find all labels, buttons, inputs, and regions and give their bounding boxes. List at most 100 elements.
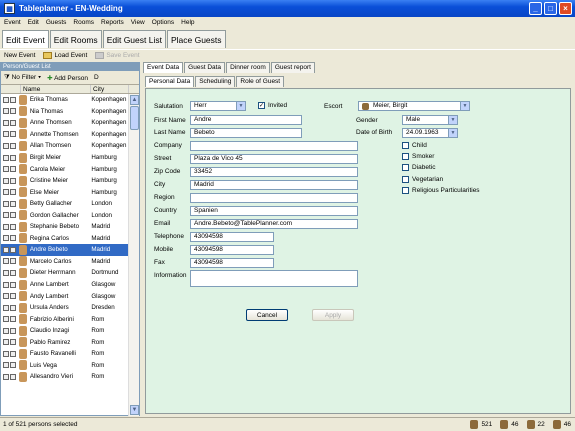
country-field[interactable]: Spanien xyxy=(190,206,358,216)
first-name-field[interactable]: Andre xyxy=(190,115,302,125)
avatar xyxy=(18,233,27,244)
religious-checkbox[interactable]: Religious Particularities xyxy=(402,187,480,194)
list-item[interactable]: Birgit Meier Hamburg xyxy=(1,152,129,164)
list-item[interactable]: Regina Carlos Madrid xyxy=(1,233,129,245)
tab-guest-report[interactable]: Guest report xyxy=(270,62,315,73)
list-item[interactable]: Cristine Meier Hamburg xyxy=(1,175,129,187)
list-item[interactable]: Fausto Ravanelli Rom xyxy=(1,348,129,360)
menu-options[interactable]: Options xyxy=(152,19,174,26)
zip-field[interactable]: 33452 xyxy=(190,167,358,177)
list-item[interactable]: Stephanie Bebeto Madrid xyxy=(1,221,129,233)
diabetic-checkbox[interactable]: Diabetic xyxy=(402,164,435,171)
gender-select[interactable]: Male ▼ xyxy=(402,115,458,125)
tab-dinner-room[interactable]: Dinner room xyxy=(226,62,270,73)
avatar xyxy=(18,371,27,382)
menu-help[interactable]: Help xyxy=(181,19,194,26)
guest-name: Ursula Anders xyxy=(29,304,69,312)
guest-name: Carola Meier xyxy=(29,165,66,173)
tab-guest-data[interactable]: Guest Data xyxy=(184,62,226,73)
avatar xyxy=(18,244,27,255)
street-field[interactable]: Plaza de Vico 45 xyxy=(190,154,358,164)
filter-dropdown[interactable]: ⧩ No Filter ▾ xyxy=(4,74,41,82)
status-icons xyxy=(1,327,19,334)
guest-list-scrollbar[interactable]: ▲ ▼ xyxy=(128,94,139,416)
add-person-button[interactable]: ✚ Add Person xyxy=(47,74,88,82)
extra-button[interactable]: D xyxy=(94,74,99,81)
vegetarian-checkbox[interactable]: Vegetarian xyxy=(402,176,443,183)
invited-checkbox[interactable]: ✓ Invited xyxy=(258,102,287,109)
guest-city: London xyxy=(91,200,112,208)
scroll-down-arrow[interactable]: ▼ xyxy=(130,405,139,415)
load-event-button[interactable]: Load Event xyxy=(43,51,87,59)
envelope-icon xyxy=(10,235,16,242)
guest-city: Rom xyxy=(91,361,105,369)
diabetic-label: Diabetic xyxy=(412,164,436,171)
list-item[interactable]: Gordon Gallacher London xyxy=(1,209,129,221)
email-field[interactable]: Andre.Bebeto@TablePlanner.com xyxy=(190,219,358,229)
menu-reports[interactable]: Reports xyxy=(101,19,124,26)
tab-personal-data[interactable]: Personal Data xyxy=(145,76,195,87)
list-item[interactable]: Anne Lambert Glasgow xyxy=(1,279,129,291)
company-field[interactable] xyxy=(190,141,358,151)
tab-place-guests[interactable]: Place Guests xyxy=(166,30,226,48)
list-item[interactable]: Else Meier Hamburg xyxy=(1,186,129,198)
new-event-button[interactable]: New Event xyxy=(4,52,35,59)
col-name[interactable]: Name xyxy=(21,85,91,93)
dob-value: 24.09.1963 xyxy=(406,129,439,136)
tab-event-data[interactable]: Event Data xyxy=(143,62,184,73)
tab-edit-guest-list[interactable]: Edit Guest List xyxy=(102,30,166,48)
list-item[interactable]: Claudio Inzagi Rom xyxy=(1,325,129,337)
list-item[interactable]: Allan Thomsen Kopenhagen xyxy=(1,140,129,152)
list-item[interactable]: Nia Thomas Kopenhagen xyxy=(1,106,129,118)
status-icons xyxy=(1,166,19,173)
menu-event[interactable]: Event xyxy=(4,19,21,26)
list-item[interactable]: Dieter Herrmann Dortmund xyxy=(1,267,129,279)
list-item[interactable]: Carola Meier Hamburg xyxy=(1,163,129,175)
list-item[interactable]: Fabrizio Alberini Rom xyxy=(1,313,129,325)
guest-name: Andy Lambert xyxy=(29,292,69,300)
last-name-field[interactable]: Bebeto xyxy=(190,128,302,138)
cancel-button[interactable]: Cancel xyxy=(246,309,288,321)
list-item[interactable]: Allesandro Vieri Rom xyxy=(1,371,129,383)
city-field[interactable]: Madrid xyxy=(190,180,358,190)
salutation-select[interactable]: Herr ▼ xyxy=(190,101,246,111)
col-city[interactable]: City xyxy=(91,85,129,93)
tab-role-of-guest[interactable]: Role of Guest xyxy=(236,76,285,87)
list-item[interactable]: Ursula Anders Dresden xyxy=(1,302,129,314)
menu-rooms[interactable]: Rooms xyxy=(73,19,94,26)
telephone-field[interactable]: 43094598 xyxy=(190,232,274,242)
region-field[interactable] xyxy=(190,193,358,203)
child-checkbox[interactable]: Child xyxy=(402,142,427,149)
dob-picker[interactable]: 24.09.1963 ▼ xyxy=(402,128,458,138)
invited-icon xyxy=(526,420,535,429)
list-item[interactable]: Pablo Ramirez Rom xyxy=(1,336,129,348)
list-item[interactable]: Marcelo Carlos Madrid xyxy=(1,256,129,268)
information-field[interactable] xyxy=(190,270,358,287)
list-item[interactable]: Andre Bebeto Madrid xyxy=(1,244,129,256)
scroll-up-arrow[interactable]: ▲ xyxy=(130,95,139,105)
maximize-button[interactable]: □ xyxy=(544,2,557,15)
mobile-label: Mobile xyxy=(154,246,174,253)
list-item[interactable]: Erika Thomas Kopenhagen xyxy=(1,94,129,106)
tab-scheduling[interactable]: Scheduling xyxy=(195,76,236,87)
apply-button[interactable]: Apply xyxy=(312,309,354,321)
save-event-button[interactable]: Save Event xyxy=(95,51,140,59)
menu-view[interactable]: View xyxy=(131,19,145,26)
close-button[interactable]: × xyxy=(559,2,572,15)
smoker-checkbox[interactable]: Smoker xyxy=(402,153,434,160)
minimize-button[interactable]: _ xyxy=(529,2,542,15)
list-item[interactable]: Betty Gallacher London xyxy=(1,198,129,210)
list-item[interactable]: Annette Thomsen Kopenhagen xyxy=(1,129,129,141)
menu-guests[interactable]: Guests xyxy=(46,19,67,26)
list-item[interactable]: Andy Lambert Glasgow xyxy=(1,290,129,302)
escort-select[interactable]: Meier, Birgit ▼ xyxy=(358,101,470,111)
list-item[interactable]: Luis Vega Rom xyxy=(1,360,129,372)
tab-edit-rooms[interactable]: Edit Rooms xyxy=(49,30,102,48)
menu-edit[interactable]: Edit xyxy=(28,19,39,26)
guest-city: Dortmund xyxy=(91,269,119,277)
tab-edit-event[interactable]: Edit Event xyxy=(2,30,49,48)
scroll-thumb[interactable] xyxy=(130,106,139,130)
list-item[interactable]: Anne Thomsen Kopenhagen xyxy=(1,117,129,129)
fax-field[interactable]: 43094598 xyxy=(190,258,274,268)
mobile-field[interactable]: 43094598 xyxy=(190,245,274,255)
